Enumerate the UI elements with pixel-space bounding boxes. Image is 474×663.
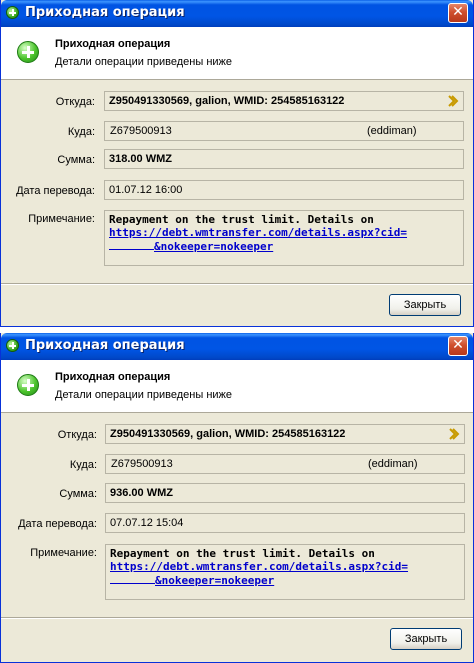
details-link[interactable]: https://debt.wmtransfer.com/details.aspx…	[110, 560, 460, 573]
amount-field: 936.00 WMZ	[105, 483, 465, 503]
to-field: Z679500913 (eddiman)	[105, 454, 465, 474]
plus-circle-icon	[17, 374, 39, 396]
date-label: Дата перевода:	[16, 185, 95, 197]
dialog-header: Приходная операция Детали операции приве…	[1, 27, 473, 80]
to-recipient-name: (eddiman)	[367, 125, 417, 137]
note-label: Примечание:	[28, 213, 95, 225]
dialog-window-2: Приходная операция ✕ Приходная операция …	[0, 333, 474, 663]
chevron-right-icon[interactable]	[448, 428, 460, 440]
separator	[1, 283, 473, 285]
to-recipient-name: (eddiman)	[368, 458, 418, 470]
amount-label: Сумма:	[57, 154, 95, 166]
details-link-tail[interactable]: &nokeeper=nokeeper	[155, 574, 274, 587]
header-title: Приходная операция	[55, 371, 171, 383]
from-label: Откуда:	[55, 96, 95, 108]
note-field: Repayment on the trust limit. Details on…	[105, 544, 465, 600]
details-link[interactable]: https://debt.wmtransfer.com/details.aspx…	[109, 226, 459, 239]
separator	[1, 617, 473, 619]
link-gap	[110, 573, 155, 584]
from-value: Z950491330569, galion, WMID: 25458516312…	[109, 95, 345, 107]
plus-circle-icon	[6, 6, 19, 19]
to-field: Z679500913 (eddiman)	[104, 121, 464, 141]
date-field: 07.07.12 15:04	[105, 513, 465, 533]
to-label: Куда:	[67, 126, 95, 138]
note-text: Repayment on the trust limit. Details on	[110, 547, 375, 560]
date-value: 07.07.12 15:04	[110, 517, 184, 529]
note-label: Примечание:	[30, 547, 97, 559]
from-field[interactable]: Z950491330569, galion, WMID: 25458516312…	[105, 424, 465, 444]
from-field[interactable]: Z950491330569, galion, WMID: 25458516312…	[104, 91, 464, 111]
amount-value: 318.00 WMZ	[109, 153, 172, 165]
note-field: Repayment on the trust limit. Details on…	[104, 210, 464, 266]
window-title: Приходная операция	[25, 338, 185, 353]
date-field: 01.07.12 16:00	[104, 180, 464, 200]
details-link-tail[interactable]: &nokeeper=nokeeper	[154, 240, 273, 253]
header-subtitle: Детали операции приведены ниже	[55, 56, 233, 68]
from-label: Откуда:	[57, 429, 97, 441]
plus-circle-icon	[17, 41, 39, 63]
header-title: Приходная операция	[55, 38, 171, 50]
from-value: Z950491330569, galion, WMID: 25458516312…	[110, 428, 346, 440]
to-purse-number: Z679500913	[110, 125, 172, 137]
chevron-right-icon[interactable]	[447, 95, 459, 107]
date-label: Дата перевода:	[18, 518, 97, 530]
link-gap	[109, 239, 154, 250]
dialog-window-1: Приходная операция ✕ Приходная операция …	[0, 0, 474, 327]
to-purse-number: Z679500913	[111, 458, 173, 470]
close-button[interactable]: Закрыть	[390, 628, 462, 650]
plus-circle-icon	[6, 339, 19, 352]
window-title: Приходная операция	[25, 5, 185, 20]
amount-value: 936.00 WMZ	[110, 487, 173, 499]
close-window-button[interactable]: ✕	[448, 336, 468, 356]
title-bar[interactable]: Приходная операция ✕	[1, 333, 473, 360]
header-subtitle: Детали операции приведены ниже	[55, 389, 233, 401]
note-text: Repayment on the trust limit. Details on	[109, 213, 374, 226]
title-bar[interactable]: Приходная операция ✕	[1, 0, 473, 27]
dialog-header: Приходная операция Детали операции приве…	[1, 360, 473, 413]
close-button[interactable]: Закрыть	[389, 294, 461, 316]
amount-field: 318.00 WMZ	[104, 149, 464, 169]
to-label: Куда:	[69, 459, 97, 471]
amount-label: Сумма:	[59, 488, 97, 500]
close-window-button[interactable]: ✕	[448, 3, 468, 23]
date-value: 01.07.12 16:00	[109, 184, 183, 196]
